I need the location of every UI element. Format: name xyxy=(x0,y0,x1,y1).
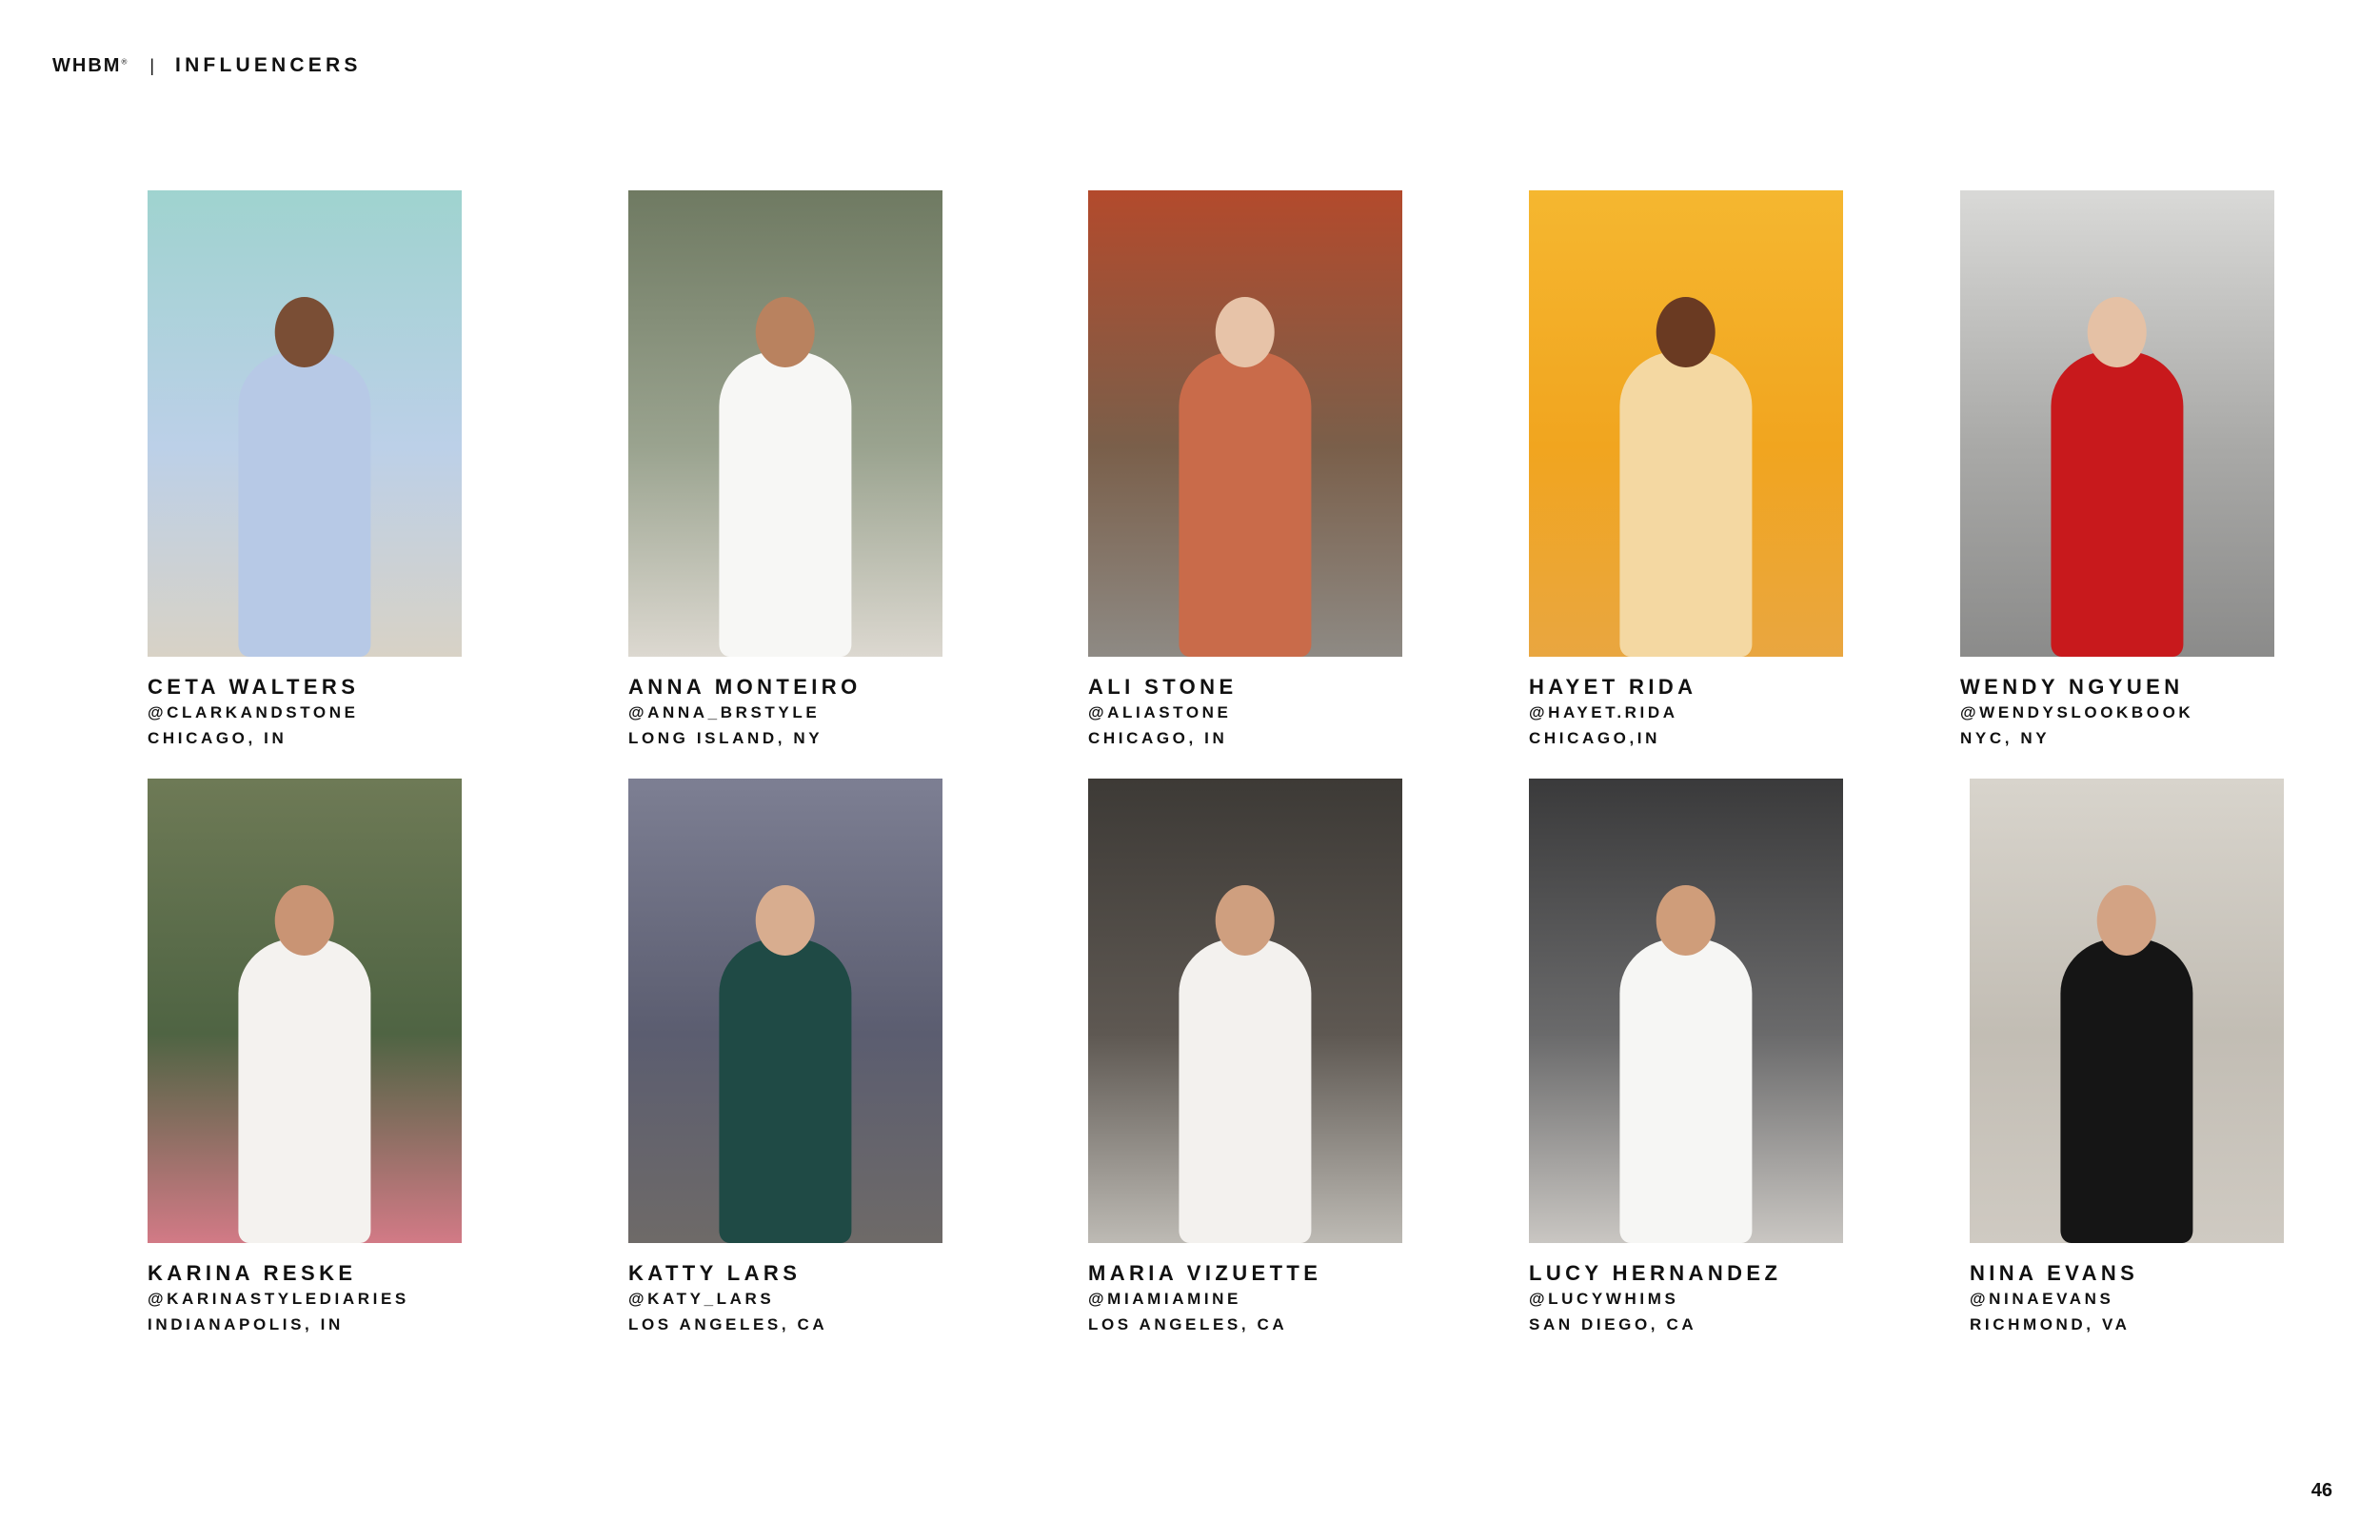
influencer-handle[interactable]: @HAYET.RIDA xyxy=(1529,703,1843,722)
influencer-photo[interactable] xyxy=(1088,779,1402,1243)
person-silhouette xyxy=(1179,862,1312,1243)
influencer-card[interactable]: KATTY LARS @KATY_LARS LOS ANGELES, CA xyxy=(628,779,942,1334)
influencer-handle[interactable]: @NINAEVANS xyxy=(1970,1290,2284,1309)
influencer-name: NINA EVANS xyxy=(1970,1261,2139,1285)
person-outfit xyxy=(719,938,852,1243)
person-outfit xyxy=(238,350,371,657)
influencer-card[interactable]: HAYET RIDA @HAYET.RIDA CHICAGO,IN xyxy=(1529,190,1843,748)
influencer-card[interactable]: LUCY HERNANDEZ @LUCYWHIMS SAN DIEGO, CA xyxy=(1529,779,1843,1334)
influencer-location: NYC, NY xyxy=(1960,729,2051,747)
influencer-photo[interactable] xyxy=(628,779,942,1243)
influencer-location: LOS ANGELES, CA xyxy=(1088,1315,1288,1333)
person-outfit xyxy=(719,350,852,657)
influencer-handle[interactable]: @LUCYWHIMS xyxy=(1529,1290,1843,1309)
influencer-handle[interactable]: @KARINASTYLEDIARIES xyxy=(148,1290,462,1309)
person-silhouette xyxy=(1619,274,1753,657)
influencer-name: WENDY NGYUEN xyxy=(1960,675,2184,699)
influencer-photo[interactable] xyxy=(1529,190,1843,657)
person-silhouette xyxy=(238,274,371,657)
section-title: INFLUENCERS xyxy=(175,54,362,76)
person-silhouette xyxy=(1179,274,1312,657)
person-outfit xyxy=(2051,350,2184,657)
influencer-location: CHICAGO, IN xyxy=(1088,729,1228,747)
influencer-location: LONG ISLAND, NY xyxy=(628,729,823,747)
influencer-photo[interactable] xyxy=(148,779,462,1243)
person-head xyxy=(756,297,815,368)
influencer-name: HAYET RIDA xyxy=(1529,675,1697,699)
influencer-handle[interactable]: @ANNA_BRSTYLE xyxy=(628,703,942,722)
influencer-photo[interactable] xyxy=(628,190,942,657)
influencer-handle[interactable]: @KATY_LARS xyxy=(628,1290,942,1309)
influencer-name: ANNA MONTEIRO xyxy=(628,675,862,699)
person-head xyxy=(1216,884,1275,956)
influencer-photo[interactable] xyxy=(148,190,462,657)
person-head xyxy=(1656,884,1716,956)
influencer-card[interactable]: NINA EVANS @NINAEVANS RICHMOND, VA xyxy=(1970,779,2284,1334)
influencer-photo[interactable] xyxy=(1960,190,2274,657)
influencer-location: SAN DIEGO, CA xyxy=(1529,1315,1697,1333)
header-separator: | xyxy=(149,55,155,75)
person-outfit xyxy=(238,938,371,1243)
influencer-card[interactable]: WENDY NGYUEN @WENDYSLOOKBOOK NYC, NY xyxy=(1960,190,2274,748)
person-silhouette xyxy=(1619,862,1753,1243)
influencer-handle[interactable]: @CLARKANDSTONE xyxy=(148,703,462,722)
page-header: WHBM® | INFLUENCERS xyxy=(52,53,362,78)
influencer-card[interactable]: ALI STONE @ALIASTONE CHICAGO, IN xyxy=(1088,190,1402,748)
person-head xyxy=(275,297,334,368)
influencer-name: ALI STONE xyxy=(1088,675,1238,699)
page-number: 46 xyxy=(2311,1480,2332,1501)
influencer-card[interactable]: CETA WALTERS @CLARKANDSTONE CHICAGO, IN xyxy=(148,190,462,748)
influencer-handle[interactable]: @MIAMIAMINE xyxy=(1088,1290,1402,1309)
person-silhouette xyxy=(719,862,852,1243)
person-head xyxy=(1216,297,1275,368)
person-outfit xyxy=(1179,938,1312,1243)
person-head xyxy=(756,884,815,956)
influencer-card[interactable]: MARIA VIZUETTE @MIAMIAMINE LOS ANGELES, … xyxy=(1088,779,1402,1334)
brand-logo: WHBM® xyxy=(52,54,129,76)
influencer-photo[interactable] xyxy=(1088,190,1402,657)
influencer-location: CHICAGO,IN xyxy=(1529,729,1660,747)
influencer-card[interactable]: KARINA RESKE @KARINASTYLEDIARIES INDIANA… xyxy=(148,779,462,1334)
influencer-card[interactable]: ANNA MONTEIRO @ANNA_BRSTYLE LONG ISLAND,… xyxy=(628,190,942,748)
person-silhouette xyxy=(238,862,371,1243)
influencer-handle[interactable]: @WENDYSLOOKBOOK xyxy=(1960,703,2274,722)
influencer-name: MARIA VIZUETTE xyxy=(1088,1261,1322,1285)
influencer-location: RICHMOND, VA xyxy=(1970,1315,2131,1333)
person-head xyxy=(1656,297,1716,368)
person-silhouette xyxy=(719,274,852,657)
person-outfit xyxy=(1619,938,1753,1243)
influencer-name: KARINA RESKE xyxy=(148,1261,357,1285)
influencer-location: INDIANAPOLIS, IN xyxy=(148,1315,344,1333)
person-head xyxy=(275,884,334,956)
influencer-name: KATTY LARS xyxy=(628,1261,802,1285)
person-silhouette xyxy=(2051,274,2184,657)
person-silhouette xyxy=(2060,862,2193,1243)
person-outfit xyxy=(1179,350,1312,657)
influencer-photo[interactable] xyxy=(1970,779,2284,1243)
influencer-handle[interactable]: @ALIASTONE xyxy=(1088,703,1402,722)
person-outfit xyxy=(2060,938,2193,1243)
influencer-name: CETA WALTERS xyxy=(148,675,360,699)
person-head xyxy=(2097,884,2156,956)
influencer-photo[interactable] xyxy=(1529,779,1843,1243)
influencer-name: LUCY HERNANDEZ xyxy=(1529,1261,1782,1285)
person-outfit xyxy=(1619,350,1753,657)
influencer-location: CHICAGO, IN xyxy=(148,729,288,747)
person-head xyxy=(2088,297,2147,368)
influencer-location: LOS ANGELES, CA xyxy=(628,1315,828,1333)
